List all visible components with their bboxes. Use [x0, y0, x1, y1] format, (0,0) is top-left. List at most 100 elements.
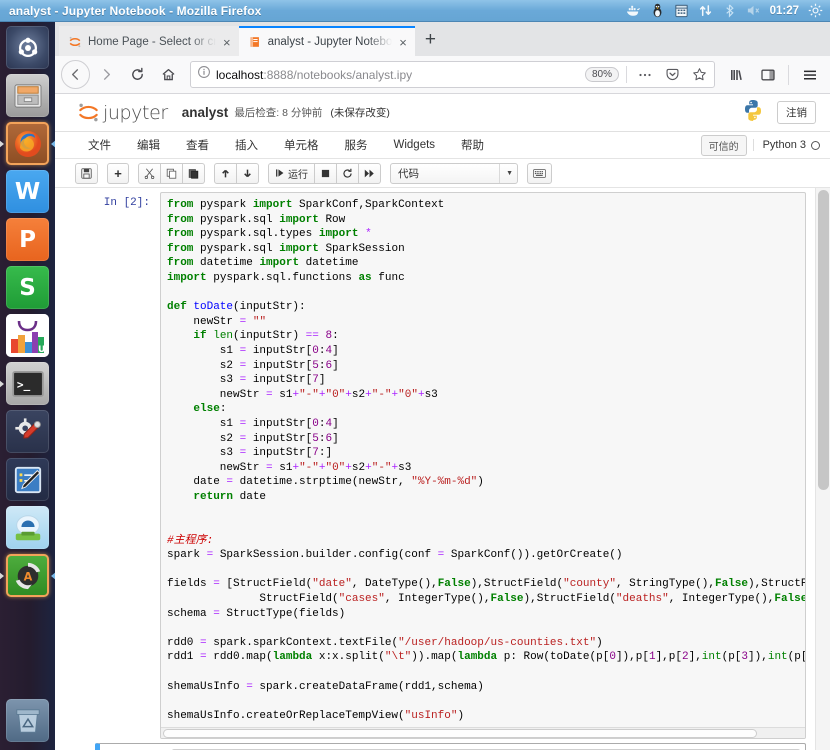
run-cell-button[interactable]: 运行 [268, 162, 315, 184]
docker-whale-icon[interactable] [626, 3, 641, 18]
zoom-level-badge[interactable]: 80% [584, 67, 619, 82]
code-token: s3 [167, 447, 240, 460]
forward-arrow-icon[interactable] [92, 60, 121, 89]
linux-penguin-icon[interactable] [650, 3, 665, 18]
restart-kernel-button[interactable] [337, 162, 359, 184]
stop-square-icon [321, 169, 330, 177]
url-path: :8888/notebooks/analyst.ipy [263, 67, 413, 82]
notebook-cell-selected[interactable]: In [ ]: [95, 743, 806, 750]
browser-tab-home-page[interactable]: Home Page - Select or cre × [59, 26, 239, 56]
address-bar[interactable]: localhost:8888/notebooks/analyst.ipy 80% [190, 61, 715, 88]
restart-and-run-all-button[interactable] [359, 162, 381, 184]
code-token: "-" [371, 388, 392, 401]
code-token: == [305, 330, 319, 343]
insert-cell-below-button[interactable]: + [107, 162, 129, 184]
move-cell-up-button[interactable] [214, 162, 237, 184]
unity-launcher[interactable]: W P S UK >_ A [0, 22, 55, 750]
hamburger-menu-icon[interactable] [795, 60, 824, 89]
browser-tab-analyst-notebook[interactable]: analyst - Jupyter Notebo × [238, 26, 415, 56]
code-token: p: Row(toDate(p[ [503, 651, 610, 664]
code-line: if len(inputStr) == 8: [167, 329, 799, 344]
kernel-idle-circle-icon [811, 140, 820, 150]
page-info-icon[interactable] [197, 65, 211, 84]
code-token: as [358, 271, 379, 284]
close-icon[interactable]: × [222, 36, 232, 49]
copy-cell-button[interactable] [161, 162, 183, 184]
page-content: jupyter analyst 最后检查: 8 分钟前 (未保存改变) 注销 文… [55, 94, 830, 750]
code-token: ]),p[ [615, 651, 649, 664]
back-arrow-icon[interactable] [61, 60, 90, 89]
menu-cell[interactable]: 单元格 [271, 137, 332, 153]
code-token: schema [167, 607, 214, 620]
paste-cell-button[interactable] [183, 162, 205, 184]
kernel-indicator[interactable]: Python 3 [752, 139, 820, 151]
software-updater-icon[interactable] [6, 506, 49, 549]
clock[interactable]: 01:27 [770, 5, 799, 17]
library-icon[interactable] [722, 60, 751, 89]
terminal-icon[interactable]: >_ [6, 362, 49, 405]
code-token: len [213, 330, 234, 343]
firefox-icon[interactable] [6, 122, 49, 165]
notebook-scrollbar[interactable] [815, 188, 830, 750]
menu-widgets[interactable]: Widgets [381, 139, 449, 151]
cell-input-area[interactable]: from pyspark import SparkConf,SparkConte… [160, 192, 806, 740]
network-updown-icon[interactable] [698, 3, 713, 18]
code-token: #主程序: [167, 534, 214, 547]
home-icon[interactable] [154, 60, 183, 89]
wps-presentation-icon[interactable]: P [6, 218, 49, 261]
wps-writer-icon[interactable]: W [6, 170, 49, 213]
volume-muted-icon[interactable] [746, 3, 761, 18]
trusted-badge[interactable]: 可信的 [700, 134, 747, 156]
scrollbar-thumb[interactable] [818, 190, 829, 490]
code-token: newStr [167, 461, 267, 474]
system-settings-icon[interactable] [6, 410, 49, 453]
menu-file[interactable]: 文件 [75, 137, 124, 153]
code-token: False [437, 578, 471, 591]
move-cell-down-button[interactable] [237, 162, 259, 184]
code-token: from [167, 242, 201, 255]
notebook-name[interactable]: analyst [182, 105, 229, 120]
code-horizontal-scrollbar[interactable] [161, 727, 805, 739]
wps-spreadsheet-icon[interactable]: S [6, 266, 49, 309]
checkpoint-status: 最后检查: 8 分钟前 [234, 107, 323, 119]
system-settings-gear-icon[interactable] [808, 3, 823, 18]
code-token: int [767, 651, 788, 664]
save-button[interactable] [75, 162, 98, 184]
menu-edit[interactable]: 编辑 [124, 137, 173, 153]
more-actions-icon[interactable] [634, 64, 656, 86]
fast-forward-icon [364, 169, 374, 177]
code-token: lambda [457, 651, 504, 664]
close-icon[interactable]: × [398, 36, 408, 49]
reload-icon[interactable] [123, 60, 152, 89]
code-token: StructType(fields) [219, 607, 346, 620]
cut-cell-button[interactable] [138, 162, 161, 184]
text-editor-icon[interactable] [6, 458, 49, 501]
code-token: s1 [272, 388, 293, 401]
notebook-cell[interactable]: In [2]: from pyspark import SparkConf,Spa… [55, 188, 830, 743]
logout-button[interactable]: 注销 [777, 101, 816, 124]
files-icon[interactable] [6, 74, 49, 117]
code-token: spark.createDataFrame(rdd1,schema) [252, 680, 484, 693]
bookmark-star-icon[interactable] [688, 64, 710, 86]
ubuntu-software-icon[interactable]: UK [6, 314, 49, 357]
scrollbar-thumb[interactable] [163, 729, 757, 739]
code-editor[interactable]: from pyspark import SparkConf,SparkConte… [161, 193, 805, 727]
jupyter-logo[interactable]: jupyter [77, 101, 168, 124]
code-token: newStr [167, 315, 240, 328]
code-token: import [279, 242, 326, 255]
bluetooth-icon[interactable] [722, 3, 737, 18]
menu-help[interactable]: 帮助 [448, 137, 497, 153]
trash-icon[interactable] [6, 699, 49, 742]
menu-view[interactable]: 查看 [173, 137, 222, 153]
app-grid-icon[interactable]: A [6, 554, 49, 597]
calendar-icon[interactable] [674, 3, 689, 18]
ubuntu-dash-icon[interactable] [6, 26, 49, 69]
interrupt-kernel-button[interactable] [315, 162, 337, 184]
menu-kernel[interactable]: 服务 [332, 137, 381, 153]
new-tab-button[interactable]: + [415, 26, 446, 56]
pocket-icon[interactable] [661, 64, 683, 86]
menu-insert[interactable]: 插入 [222, 137, 271, 153]
command-palette-button[interactable] [527, 162, 552, 184]
sidebar-icon[interactable] [753, 60, 782, 89]
cell-type-select[interactable]: 代码 ▼ [390, 162, 518, 184]
